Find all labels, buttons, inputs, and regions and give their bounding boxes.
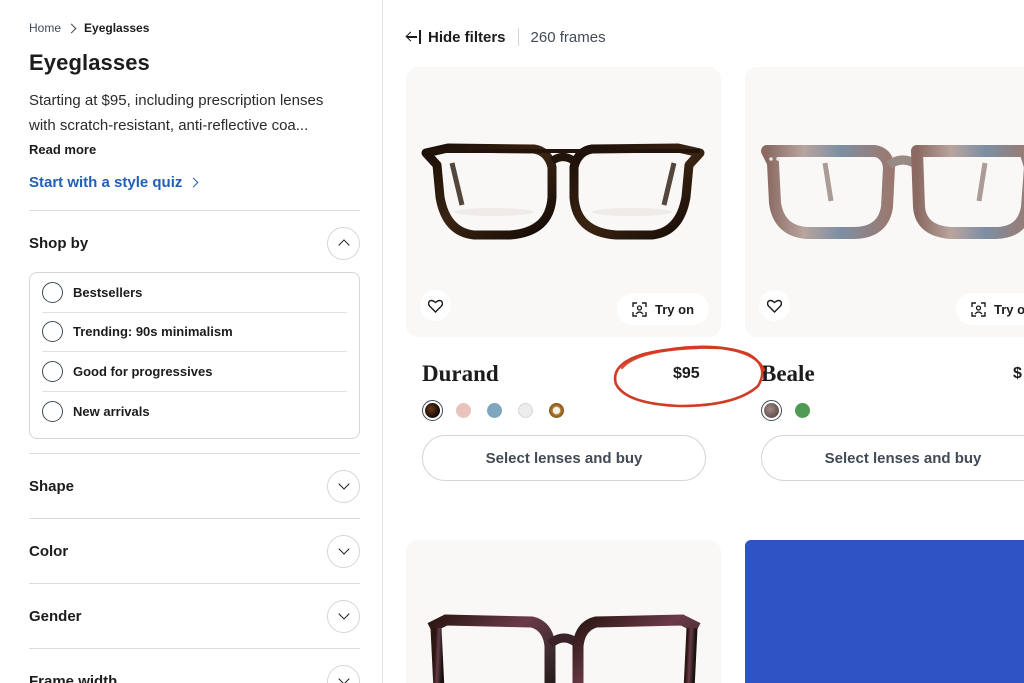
filter-section-label: Color [29,542,69,560]
chevron-down-icon [337,673,350,683]
grid-toolbar: Hide filters 260 frames [405,27,606,47]
color-swatch[interactable] [422,400,443,421]
color-swatch[interactable] [515,400,536,421]
try-on-label: Try on [655,301,695,317]
filter-section-shape[interactable]: Shape [29,469,360,503]
color-swatch[interactable] [453,400,474,421]
radio-button[interactable] [42,321,63,343]
filter-sidebar: Home Eyeglasses Eyeglasses Starting at $… [0,0,383,683]
chevron-up-icon [337,239,350,251]
expand-button[interactable] [327,534,360,568]
frame-count: 260 frames [530,28,606,46]
hide-filters-arrow-icon[interactable] [405,30,421,44]
shop-by-option-bestsellers[interactable]: Bestsellers [42,273,347,313]
radio-button[interactable] [42,281,63,303]
option-label: Trending: 90s minimalism [73,324,233,340]
category-description: Starting at $95, including prescription … [29,88,359,138]
filter-section-shop-by[interactable]: Shop by [29,226,360,260]
divider [29,453,360,454]
select-lenses-button[interactable]: Select lenses and buy [761,435,1024,481]
color-swatches [761,400,813,421]
style-quiz-label: Start with a style quiz [29,174,183,191]
product-price: $ [1013,365,1022,382]
shop-by-option-trending[interactable]: Trending: 90s minimalism [42,313,347,352]
option-label: Bestsellers [73,284,143,300]
hide-filters-button[interactable]: Hide filters [428,29,506,46]
filter-section-color[interactable]: Color [29,534,360,568]
chevron-down-icon [337,543,350,555]
filter-section-label: Shop by [29,234,89,252]
divider [517,28,519,46]
color-swatch[interactable] [484,400,505,421]
heart-icon [767,299,782,313]
shop-by-option-new-arrivals[interactable]: New arrivals [42,392,347,432]
divider [29,648,360,649]
description-line: with scratch-resistant, anti-reflective … [29,117,309,134]
divider [29,210,360,211]
description-line: Starting at $95, including prescription … [29,92,324,109]
filter-section-frame-width[interactable]: Frame width [29,664,360,683]
product-image[interactable]: Try on [406,67,721,337]
radio-button[interactable] [42,360,63,382]
product-price: $95 [673,365,700,382]
try-on-label: Try o [994,301,1024,317]
filter-section-label: Shape [29,477,75,495]
product-card-beale: Try o Beale $ Select lenses and buy [745,67,1024,481]
chevron-right-icon [66,23,77,33]
breadcrumb-home[interactable]: Home [29,21,61,35]
expand-button[interactable] [327,599,360,633]
option-label: Good for progressives [73,363,213,379]
shop-by-option-progressives[interactable]: Good for progressives [42,352,347,392]
product-image[interactable] [406,540,721,683]
product-grid: Hide filters 260 frames Try on Durand $9… [384,0,1024,683]
breadcrumb: Home Eyeglasses [29,21,149,35]
shop-by-options: Bestsellers Trending: 90s minimalism Goo… [29,272,360,439]
filter-section-label: Frame width [29,672,118,683]
chevron-right-icon [188,177,199,188]
product-name[interactable]: Beale [761,361,815,387]
product-image[interactable]: Try o [745,67,1024,337]
color-swatch[interactable] [792,400,813,421]
color-swatch[interactable] [761,400,782,421]
try-on-button[interactable]: Try on [617,293,710,325]
collapse-button[interactable] [327,226,360,260]
try-on-button[interactable]: Try o [956,293,1024,325]
filter-section-label: Gender [29,607,82,625]
face-scan-icon [971,301,986,317]
chevron-down-icon [337,608,350,620]
filter-section-gender[interactable]: Gender [29,599,360,633]
color-swatch[interactable] [546,400,567,421]
eyeglasses-icon [427,614,701,683]
divider [29,518,360,519]
face-scan-icon [632,301,647,317]
divider [29,583,360,584]
breadcrumb-current: Eyeglasses [84,21,150,35]
color-swatches [422,400,567,421]
option-label: New arrivals [73,403,150,419]
product-card-durand: Try on Durand $95 Select lenses and buy [406,67,721,481]
heart-icon [428,299,443,313]
product-name[interactable]: Durand [422,361,499,387]
style-quiz-link[interactable]: Start with a style quiz [29,174,199,191]
favorite-button[interactable] [420,290,451,321]
chevron-down-icon [337,478,350,490]
read-more-link[interactable]: Read more [29,142,96,157]
promo-banner[interactable] [745,540,1024,683]
radio-button[interactable] [42,400,63,422]
expand-button[interactable] [327,469,360,503]
favorite-button[interactable] [759,290,790,321]
expand-button[interactable] [327,664,360,683]
page-title: Eyeglasses [29,50,150,75]
select-lenses-button[interactable]: Select lenses and buy [422,435,706,481]
